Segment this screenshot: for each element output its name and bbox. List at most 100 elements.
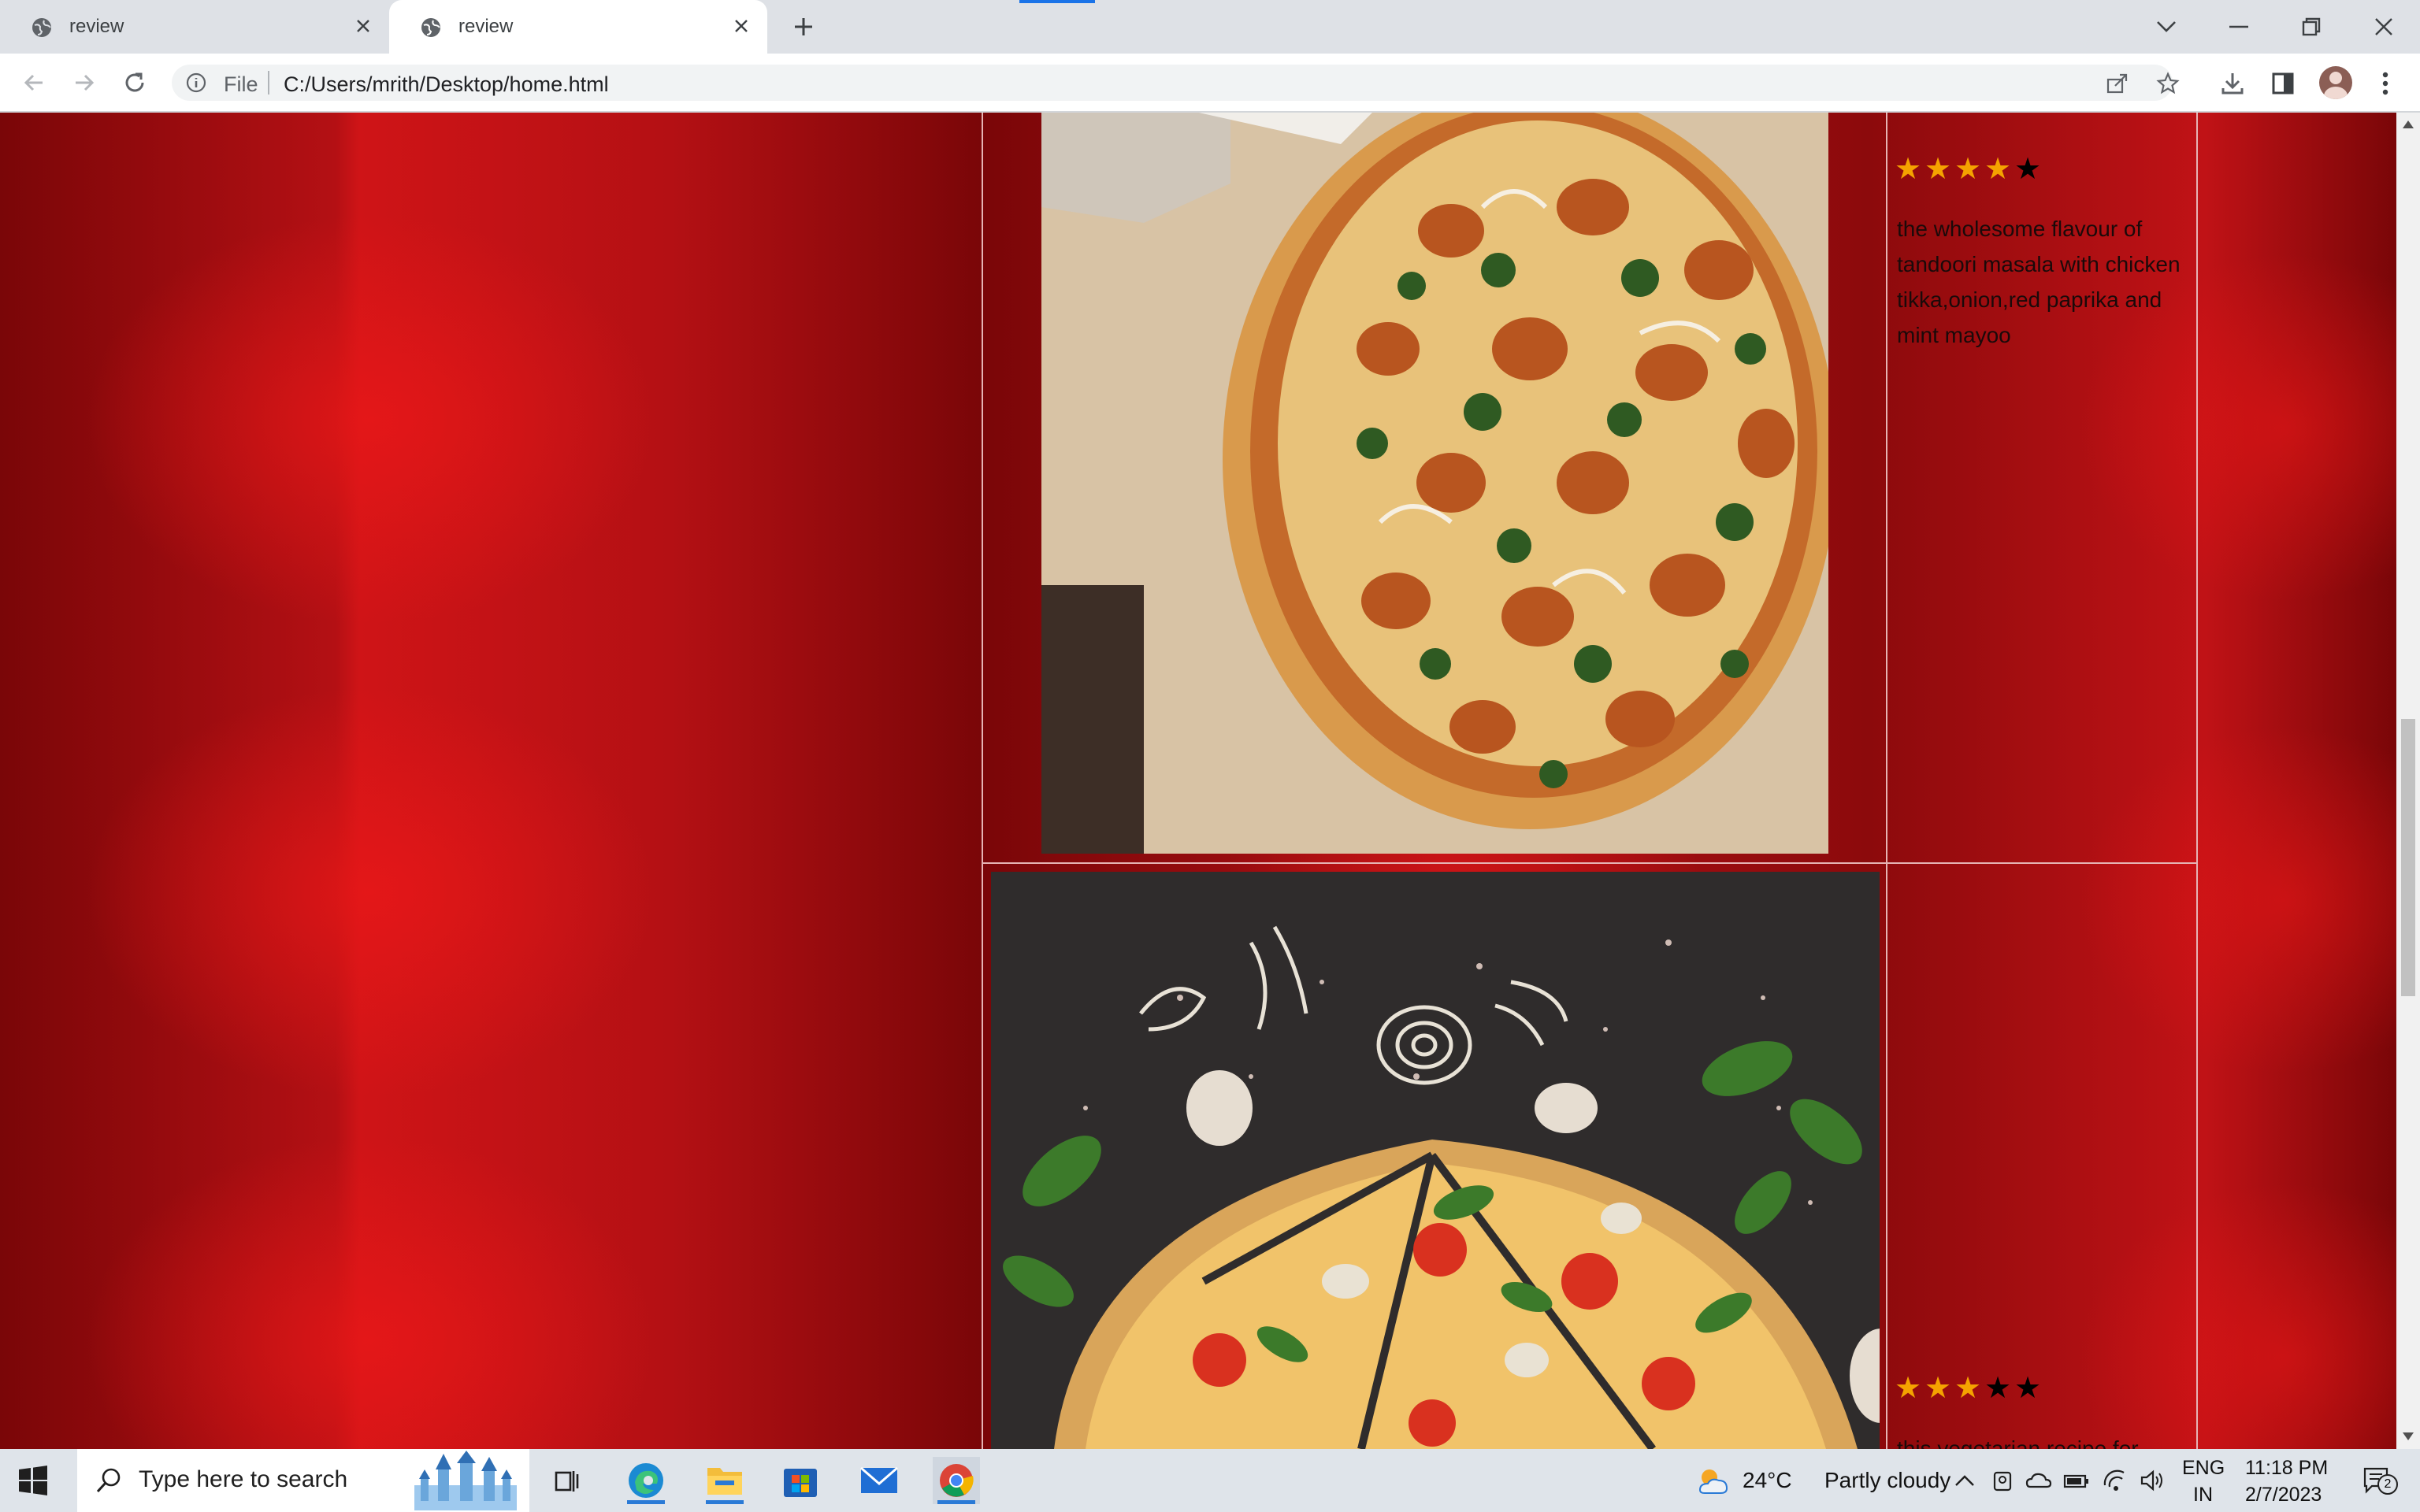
close-icon[interactable] xyxy=(351,14,375,38)
chrome-app[interactable] xyxy=(933,1457,980,1504)
active-indicator xyxy=(706,1500,744,1504)
onedrive-cloud-icon[interactable] xyxy=(2025,1466,2053,1495)
item-description: this vegetarian recipe for xyxy=(1897,1436,2139,1449)
scroll-up-arrow[interactable] xyxy=(2403,120,2414,128)
edge-app[interactable] xyxy=(622,1457,670,1504)
table-border-right xyxy=(2196,113,2198,1449)
vertical-scrollbar[interactable] xyxy=(2396,113,2420,1449)
url-text[interactable]: C:/Users/mrith/Desktop/home.html xyxy=(284,72,609,97)
arrow-right-icon xyxy=(76,74,95,91)
clock-time[interactable]: 11:18 PM xyxy=(2245,1457,2328,1480)
edge-icon xyxy=(629,1463,663,1498)
star-empty-icon: ★ xyxy=(1984,1372,2012,1405)
store-icon xyxy=(784,1469,817,1497)
restore-button[interactable] xyxy=(2291,6,2332,47)
rating-stars: ★ ★ ★ ★ ★ xyxy=(1894,154,2042,185)
chevron-down-icon xyxy=(2157,21,2176,32)
star-filled-icon: ★ xyxy=(1984,153,2012,186)
star-filled-icon: ★ xyxy=(1954,1372,1982,1405)
mail-app[interactable] xyxy=(856,1457,903,1504)
wifi-icon[interactable] xyxy=(2100,1466,2129,1495)
search-highlight-image xyxy=(414,1451,517,1510)
scheme-label: File xyxy=(224,72,258,96)
loading-indicator xyxy=(1019,0,1095,3)
close-icon xyxy=(2375,18,2392,35)
scroll-down-arrow[interactable] xyxy=(2403,1432,2414,1440)
table-border-left xyxy=(982,113,983,1449)
rating-stars: ★ ★ ★ ★ ★ xyxy=(1894,1373,2042,1404)
notifications-button[interactable]: 2 xyxy=(2359,1466,2398,1495)
star-empty-icon: ★ xyxy=(2014,1372,2042,1405)
chevron-up-icon[interactable] xyxy=(1950,1466,1979,1495)
star-filled-icon: ★ xyxy=(1924,1372,1952,1405)
input-region[interactable]: IN xyxy=(2193,1484,2213,1506)
table-row-divider xyxy=(982,862,2198,864)
tab-strip: review review xyxy=(0,0,2420,54)
pizza-image-vegetarian xyxy=(991,872,1880,1449)
side-panel-icon xyxy=(2272,72,2294,94)
input-language[interactable]: ENG xyxy=(2182,1457,2225,1480)
globe-icon xyxy=(421,18,440,37)
page-viewport: ★ ★ ★ ★ ★ the wholesome flavour of tandoori … xyxy=(0,113,2396,1449)
close-window-button[interactable] xyxy=(2363,6,2404,47)
forward-button[interactable] xyxy=(66,65,102,101)
search-icon xyxy=(96,1468,121,1493)
scrollbar-thumb[interactable] xyxy=(2401,719,2415,996)
active-indicator xyxy=(937,1500,975,1504)
star-filled-icon: ★ xyxy=(1924,153,1952,186)
more-vert-icon xyxy=(2382,72,2388,95)
new-tab-button[interactable] xyxy=(788,11,819,43)
download-button[interactable] xyxy=(2217,68,2248,99)
weather-temperature[interactable]: 24°C xyxy=(1743,1468,1792,1493)
table-border-middle xyxy=(1886,113,1887,1449)
meet-now-icon[interactable] xyxy=(1988,1466,2017,1495)
item-description: the wholesome flavour of tandoori masala… xyxy=(1897,217,2181,347)
close-icon[interactable] xyxy=(729,14,753,38)
share-icon[interactable] xyxy=(2105,71,2130,96)
back-button[interactable] xyxy=(16,65,52,101)
volume-icon[interactable] xyxy=(2138,1466,2166,1495)
task-view-button[interactable] xyxy=(544,1457,591,1504)
file-explorer-app[interactable] xyxy=(701,1457,748,1504)
weather-partly-cloudy-icon[interactable] xyxy=(1694,1463,1731,1498)
active-indicator xyxy=(627,1500,665,1504)
profile-avatar[interactable] xyxy=(2319,66,2352,99)
menu-button[interactable] xyxy=(2370,68,2401,99)
reload-icon xyxy=(125,72,144,92)
star-filled-icon: ★ xyxy=(1954,153,1982,186)
mail-icon xyxy=(860,1466,898,1493)
arrow-left-icon xyxy=(24,74,43,91)
plus-icon xyxy=(795,18,812,35)
battery-icon[interactable] xyxy=(2062,1466,2091,1495)
pizza-image-chicken-tikka xyxy=(1041,113,1828,854)
chrome-icon xyxy=(940,1464,974,1497)
tab-search-button[interactable] xyxy=(2146,6,2187,47)
tab-title: review xyxy=(458,16,514,37)
store-app[interactable] xyxy=(777,1457,824,1504)
star-filled-icon: ★ xyxy=(1894,153,1922,186)
weather-condition[interactable]: Partly cloudy xyxy=(1824,1468,1950,1493)
divider xyxy=(268,71,269,94)
search-placeholder: Type here to search xyxy=(139,1466,348,1492)
clock-date[interactable]: 2/7/2023 xyxy=(2245,1484,2322,1506)
globe-icon xyxy=(32,18,51,37)
task-view-icon xyxy=(555,1471,579,1492)
minimize-icon xyxy=(2229,25,2248,28)
info-icon[interactable] xyxy=(186,72,206,93)
tab-review-1[interactable]: review xyxy=(0,0,389,54)
side-panel-button[interactable] xyxy=(2267,68,2299,99)
reload-button[interactable] xyxy=(117,65,153,101)
tab-review-2[interactable]: review xyxy=(389,0,767,54)
address-bar[interactable]: File C:/Users/mrith/Desktop/home.html xyxy=(172,65,2180,101)
bookmark-star-icon[interactable] xyxy=(2155,71,2181,96)
minimize-button[interactable] xyxy=(2218,6,2259,47)
taskbar-search-box[interactable]: Type here to search xyxy=(77,1449,529,1512)
windows-start-icon[interactable] xyxy=(17,1465,49,1496)
download-icon xyxy=(2221,73,2244,94)
star-filled-icon: ★ xyxy=(1894,1372,1922,1405)
star-empty-icon: ★ xyxy=(2014,153,2042,186)
taskbar: Type here to search 24°C Partly cloudy E… xyxy=(0,1449,2420,1512)
restore-icon xyxy=(2302,17,2321,36)
tab-title: review xyxy=(69,16,124,37)
notification-count-badge: 2 xyxy=(2377,1474,2398,1495)
